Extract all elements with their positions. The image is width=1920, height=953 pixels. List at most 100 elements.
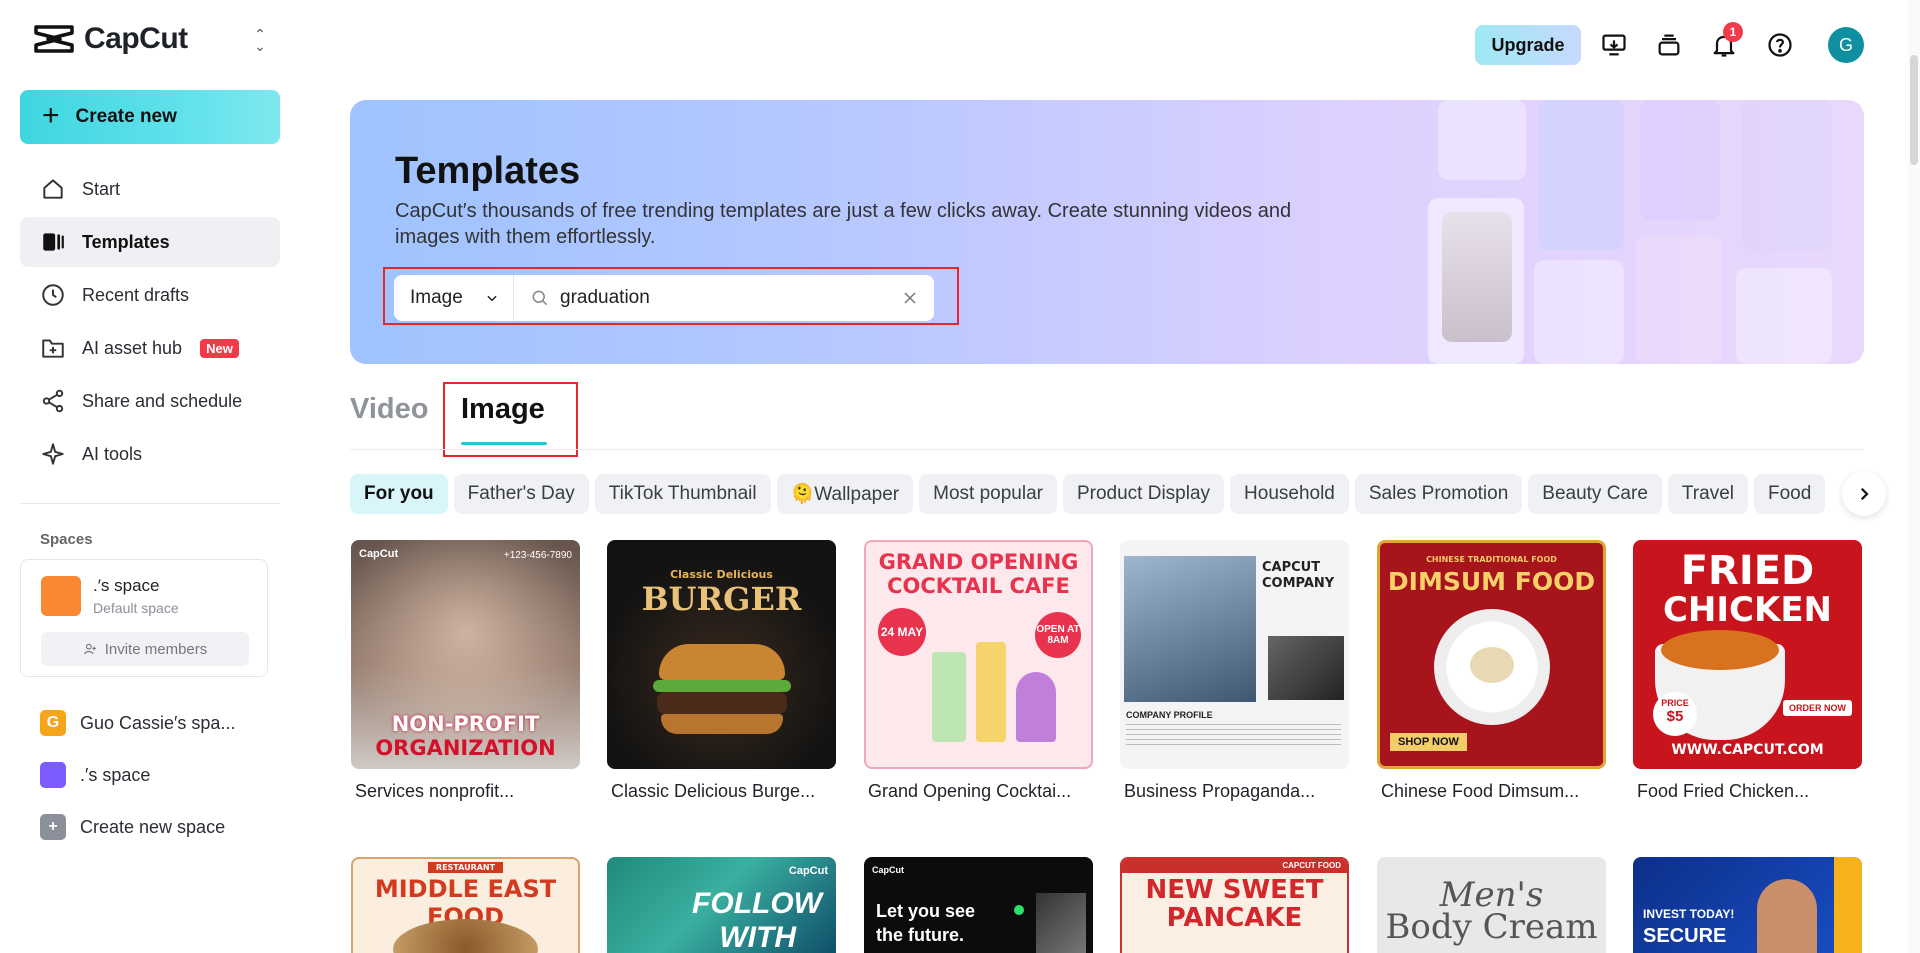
thumb-text: Let you see bbox=[876, 901, 976, 921]
price-value: $5 bbox=[1666, 708, 1684, 725]
template-title[interactable]: Food Fried Chicken... bbox=[1637, 781, 1866, 802]
chip-travel[interactable]: Travel bbox=[1667, 474, 1748, 514]
template-title[interactable]: Business Propaganda... bbox=[1124, 781, 1353, 802]
template-card[interactable]: FRIED CHICKEN PRICE $5 ORDER NOW WWW.CAPC… bbox=[1633, 540, 1862, 769]
share-icon bbox=[42, 389, 64, 413]
notifications-button[interactable]: 1 bbox=[1707, 22, 1743, 62]
space-item-guo-cassie[interactable]: G Guo Cassie′s spa... bbox=[40, 709, 235, 737]
thumb-phone: +123-456-7890 bbox=[503, 550, 572, 561]
chip-tiktok-thumbnail[interactable]: TikTok Thumbnail bbox=[594, 474, 771, 514]
spaces-heading: Spaces bbox=[40, 531, 93, 548]
template-card[interactable]: CAPCUT FOOD NEW SWEET PANCAKE bbox=[1120, 857, 1349, 953]
template-card[interactable]: CapCut +123-456-7890 NON-PROFIT ORGANIZA… bbox=[351, 540, 580, 769]
create-new-button[interactable]: + Create new bbox=[20, 90, 280, 144]
chevron-down-icon bbox=[487, 295, 497, 302]
drink-glass bbox=[976, 642, 1006, 742]
chips-next-button[interactable] bbox=[1842, 472, 1886, 516]
download-desktop-button[interactable] bbox=[1597, 28, 1631, 62]
sidebar-item-label: AI tools bbox=[82, 443, 143, 464]
template-type-value: Image bbox=[410, 287, 463, 308]
sidebar-item-recent-drafts[interactable]: Recent drafts bbox=[20, 270, 280, 320]
sidebar: CapCut ⌃ ⌄ + Create new Start Templates R… bbox=[0, 0, 300, 953]
template-card[interactable]: Men's Body Cream bbox=[1377, 857, 1606, 953]
sidebar-nav: Start Templates Recent drafts AI asset h… bbox=[20, 164, 280, 482]
invite-members-button[interactable]: Invite members bbox=[41, 632, 249, 666]
burger-patty bbox=[657, 692, 787, 714]
banner-illustration bbox=[1424, 100, 1864, 364]
thumb-text: FOLLOW bbox=[692, 887, 822, 920]
thumb-text: CAPCUT bbox=[1262, 560, 1321, 575]
app-name: CapCut bbox=[84, 22, 188, 55]
template-title[interactable]: Chinese Food Dimsum... bbox=[1381, 781, 1610, 802]
template-card[interactable]: CHINESE TRADITIONAL FOOD DIMSUM FOOD SHO… bbox=[1377, 540, 1606, 769]
current-space-card[interactable]: .′s space Default space Invite members bbox=[20, 559, 268, 677]
tab-video[interactable]: Video bbox=[350, 393, 428, 426]
clear-search-icon[interactable] bbox=[900, 288, 920, 308]
template-title[interactable]: Grand Opening Cocktai... bbox=[868, 781, 1097, 802]
chip-product-display[interactable]: Product Display bbox=[1062, 474, 1225, 514]
chip-beauty-care[interactable]: Beauty Care bbox=[1528, 474, 1662, 514]
templates-icon bbox=[43, 233, 64, 251]
sidebar-item-label: Templates bbox=[82, 231, 170, 252]
thumb-text: DIMSUM FOOD bbox=[1387, 567, 1596, 596]
layers-button[interactable] bbox=[1652, 28, 1686, 62]
template-card[interactable]: INVEST TODAY! SECURE bbox=[1633, 857, 1862, 953]
thumb-text: WWW.CAPCUT.COM bbox=[1671, 742, 1824, 758]
template-card[interactable]: GRAND OPENING COCKTAIL CAFE 24 MAY OPEN … bbox=[864, 540, 1093, 769]
clock-icon bbox=[42, 284, 64, 306]
create-new-space-button[interactable]: + Create new space bbox=[40, 813, 225, 841]
space-item-own[interactable]: .′s space bbox=[40, 761, 150, 789]
chip-most-popular[interactable]: Most popular bbox=[919, 474, 1057, 514]
chevron-right-icon bbox=[1860, 487, 1869, 501]
thumb-brand: CapCut bbox=[359, 548, 399, 560]
thumb-text: COCKTAIL CAFE bbox=[887, 574, 1070, 598]
thumb-text: GRAND OPENING bbox=[878, 550, 1079, 574]
sidebar-item-ai-tools[interactable]: AI tools bbox=[20, 429, 280, 479]
sidebar-item-templates[interactable]: Templates bbox=[20, 217, 280, 267]
page-scrollbar[interactable] bbox=[1908, 0, 1920, 953]
chip-household[interactable]: Household bbox=[1230, 474, 1349, 514]
drink-glass bbox=[932, 652, 966, 742]
chip-for-you[interactable]: For you bbox=[350, 474, 448, 514]
template-card[interactable]: CapCut FOLLOW WITH bbox=[607, 857, 836, 953]
template-title[interactable]: Classic Delicious Burge... bbox=[611, 781, 840, 802]
upgrade-button[interactable]: Upgrade bbox=[1475, 25, 1581, 65]
space-name: .′s space bbox=[93, 576, 160, 595]
chip-sales-promotion[interactable]: Sales Promotion bbox=[1354, 474, 1523, 514]
sidebar-divider bbox=[20, 503, 280, 504]
category-chips: For you Father's Day TikTok Thumbnail 🫠Wall… bbox=[350, 474, 1864, 514]
template-card[interactable]: CAPCUT COMPANY COMPANY PROFILE bbox=[1120, 540, 1349, 769]
help-button[interactable] bbox=[1763, 28, 1797, 62]
fried-chicken bbox=[1661, 630, 1779, 670]
capcut-logo-icon bbox=[34, 25, 74, 53]
scrollbar-thumb[interactable] bbox=[1910, 55, 1918, 165]
template-type-dropdown[interactable]: Image bbox=[394, 275, 514, 321]
template-card[interactable]: Classic Delicious BURGER bbox=[607, 540, 836, 769]
template-card[interactable]: CapCut Let you see the future. bbox=[864, 857, 1093, 953]
burger-bun-bottom bbox=[661, 714, 783, 734]
space-avatar: G bbox=[40, 710, 66, 736]
space-avatar bbox=[40, 762, 66, 788]
thumb-text: ORDER NOW bbox=[1783, 700, 1852, 716]
tab-highlight-box bbox=[443, 382, 578, 457]
template-title[interactable]: Services nonprofit... bbox=[355, 781, 584, 802]
search-input[interactable] bbox=[560, 287, 880, 309]
chip-wallpaper[interactable]: 🫠Wallpaper bbox=[776, 474, 914, 514]
sidebar-item-start[interactable]: Start bbox=[20, 164, 280, 214]
user-avatar[interactable]: G bbox=[1828, 27, 1864, 63]
sidebar-item-ai-asset-hub[interactable]: AI asset hub New bbox=[20, 323, 280, 373]
capcut-logo[interactable]: CapCut bbox=[34, 22, 188, 56]
sidebar-item-share-and-schedule[interactable]: Share and schedule bbox=[20, 376, 280, 426]
workspace-switch-icon[interactable]: ⌃ ⌄ bbox=[250, 27, 270, 53]
chip-food[interactable]: Food bbox=[1754, 474, 1826, 514]
notification-count-badge: 1 bbox=[1723, 22, 1743, 42]
plus-icon: + bbox=[42, 98, 60, 132]
thumb-date-badge: 24 MAY bbox=[878, 608, 926, 656]
template-card[interactable]: RESTAURANT MIDDLE EAST FOOD bbox=[351, 857, 580, 953]
space-role: Default space bbox=[93, 600, 179, 616]
sidebar-item-label: Share and schedule bbox=[82, 390, 243, 411]
create-new-space-label: Create new space bbox=[80, 816, 226, 837]
chip-fathers-day[interactable]: Father's Day bbox=[453, 474, 589, 514]
template-search-bar: Image bbox=[394, 275, 934, 321]
burger-bun-top bbox=[659, 644, 785, 680]
